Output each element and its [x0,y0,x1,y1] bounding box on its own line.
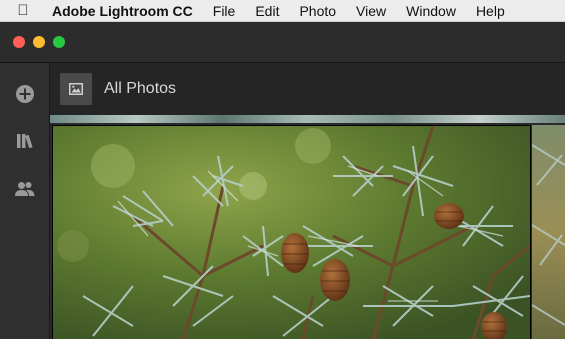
add-photo-icon[interactable] [13,82,37,106]
photo-thumbnail-partial[interactable] [531,125,565,339]
menu-app-name[interactable]: Adobe Lightroom CC [38,3,203,19]
left-rail [0,63,50,339]
menu-window[interactable]: Window [396,3,466,19]
menu-file[interactable]: File [203,3,246,19]
menu-photo[interactable]: Photo [289,3,346,19]
apple-icon[interactable]:  [0,2,38,19]
menu-help[interactable]: Help [466,3,515,19]
window-title-bar [0,22,565,63]
library-icon[interactable] [13,129,37,153]
photo-row-previous[interactable] [50,115,565,123]
page-title: All Photos [104,80,177,97]
menu-bar:  Adobe Lightroom CC File Edit Photo Vie… [0,0,565,22]
minimize-window-button[interactable] [33,36,45,48]
people-icon[interactable] [13,177,37,201]
photo-view-icon[interactable] [60,73,92,105]
zoom-window-button[interactable] [53,36,65,48]
photo-grid [50,115,565,339]
menu-edit[interactable]: Edit [245,3,289,19]
content-header: All Photos [50,63,565,115]
photo-thumbnail[interactable] [52,125,531,339]
close-window-button[interactable] [13,36,25,48]
menu-view[interactable]: View [346,3,396,19]
